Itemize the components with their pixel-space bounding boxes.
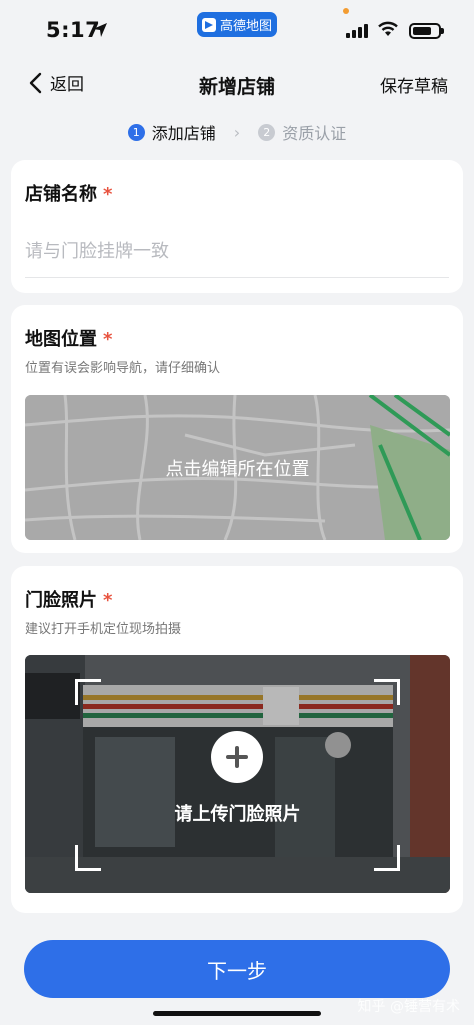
storefront-photo-subtitle: 建议打开手机定位现场拍摄	[25, 622, 182, 637]
required-mark: *	[103, 590, 113, 611]
privacy-indicator-dot	[343, 8, 349, 14]
step-number: 2	[258, 123, 276, 141]
navigation-bar: 返回 新增店铺 保存草稿	[0, 62, 474, 106]
step-add-store: 1 添加店铺	[127, 120, 216, 144]
required-mark: *	[103, 184, 113, 205]
viewfinder-corner	[374, 679, 400, 705]
app-indicator-label: 高德地图	[219, 19, 272, 34]
watermark-text: 知乎 @锤营有术	[357, 999, 460, 1015]
status-bar: 5:17 高德地图	[0, 0, 474, 62]
step-number: 1	[127, 123, 145, 141]
storefront-photo-card: 门脸照片 * 建议打开手机定位现场拍摄 请上传门脸照片	[11, 566, 463, 913]
save-draft-button[interactable]: 保存草稿	[380, 72, 448, 97]
viewfinder-corner	[75, 679, 101, 705]
cellular-signal-icon	[346, 24, 368, 38]
add-photo-icon[interactable]	[211, 731, 263, 783]
store-name-card: 店铺名称 *	[11, 160, 463, 293]
map-location-title: 地图位置 *	[25, 329, 113, 350]
edit-location-label: 点击编辑所在位置	[165, 458, 310, 480]
step-indicator: 1 添加店铺 › 2 资质认证	[0, 118, 474, 146]
battery-icon	[409, 23, 444, 39]
map-preview[interactable]: 点击编辑所在位置	[25, 395, 450, 540]
viewfinder-corner	[75, 845, 101, 871]
viewfinder-corner	[374, 845, 400, 871]
chevron-right-icon: ›	[233, 122, 241, 142]
gaode-logo-icon	[201, 17, 216, 32]
step-label: 资质认证	[282, 124, 347, 143]
wifi-icon	[378, 21, 398, 36]
location-arrow-icon	[93, 23, 107, 37]
app-indicator-pill[interactable]: 高德地图	[197, 12, 277, 37]
storefront-photo-upload[interactable]: 请上传门脸照片	[25, 655, 450, 893]
step-qualification: 2 资质认证	[258, 120, 346, 144]
home-indicator	[153, 1011, 321, 1016]
store-name-input[interactable]	[25, 226, 449, 278]
step-label: 添加店铺	[151, 124, 216, 143]
map-location-subtitle: 位置有误会影响导航，请仔细确认	[25, 361, 221, 376]
store-name-title: 店铺名称 *	[25, 184, 113, 205]
next-step-button[interactable]: 下一步	[24, 940, 450, 998]
storefront-photo-title: 门脸照片 *	[25, 590, 113, 611]
upload-photo-label: 请上传门脸照片	[174, 804, 301, 825]
map-location-card: 地图位置 * 位置有误会影响导航，请仔细确认 点击编辑所在位置	[11, 305, 463, 553]
required-mark: *	[103, 329, 113, 350]
